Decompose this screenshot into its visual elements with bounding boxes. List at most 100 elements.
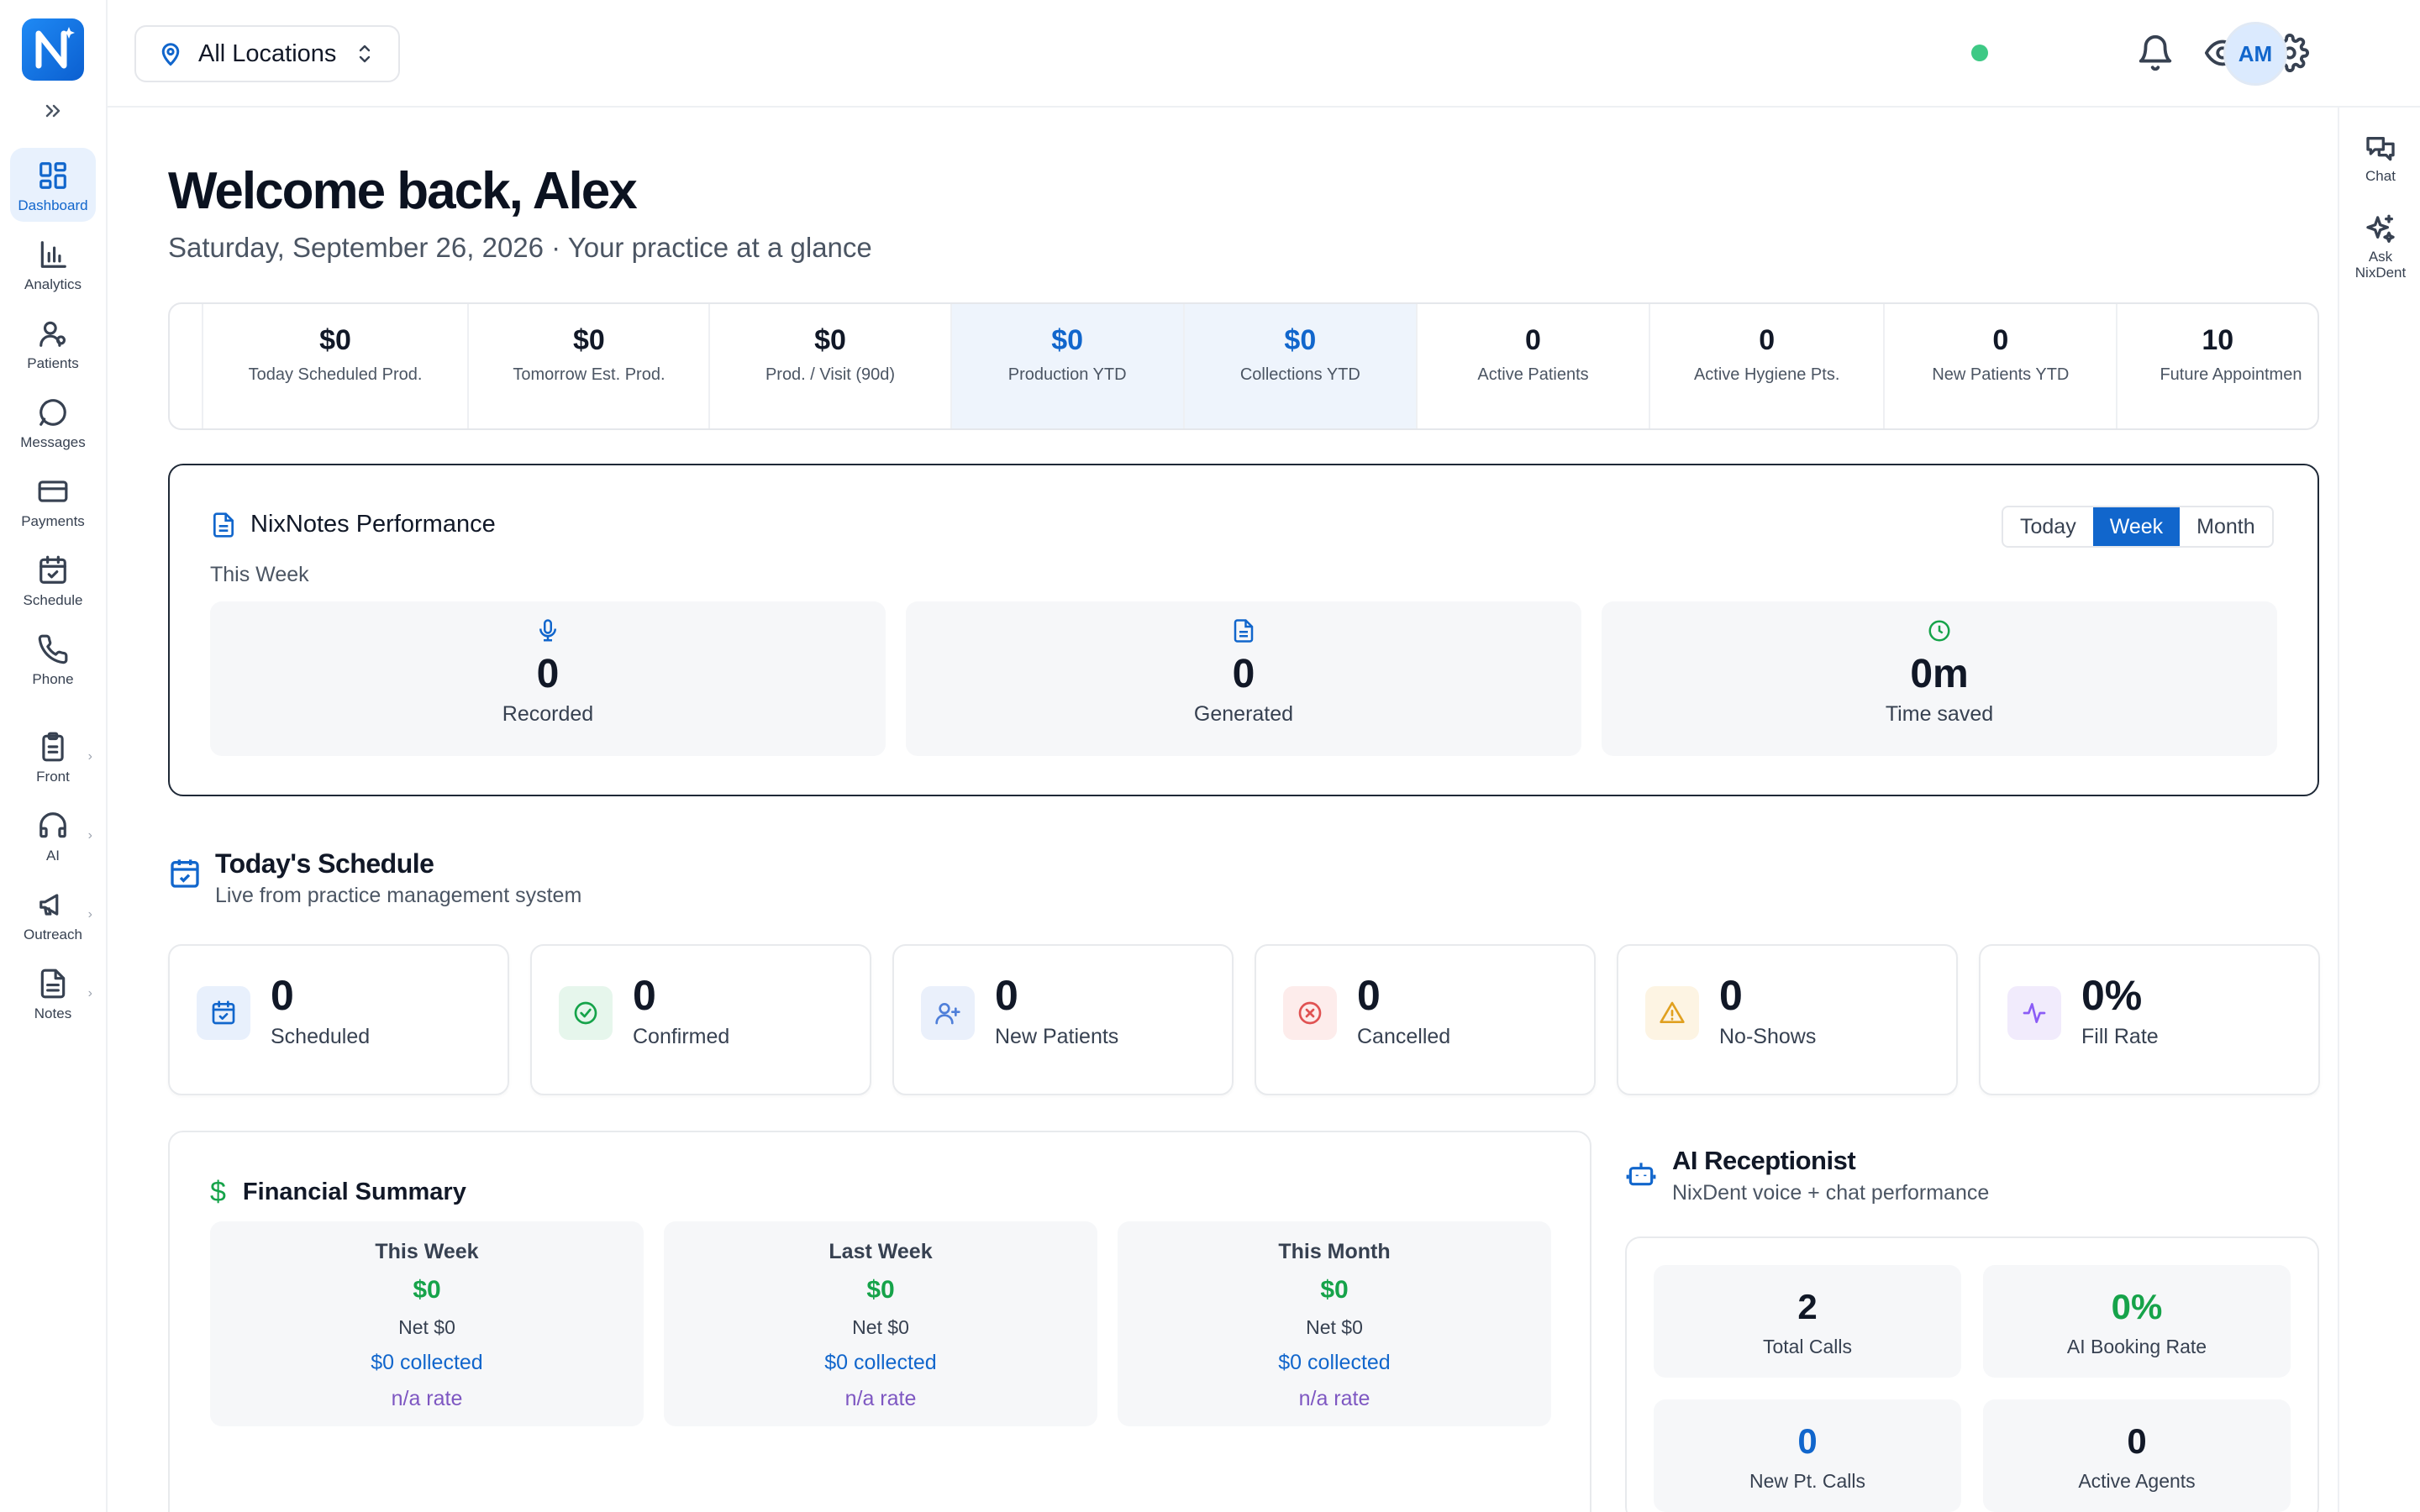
analytics-icon [40,241,66,268]
financial-collected: $0 collected [824,1351,937,1374]
financial-period: This Month [1278,1240,1391,1263]
stat-value: 0 [1357,972,1381,1019]
financial-amount: $0 [413,1276,441,1304]
financial-title-text: Financial Summary [242,1179,466,1205]
sidebar-item-outreach[interactable]: Outreach › [10,877,96,951]
kpi-value: 10 [2202,324,2234,356]
nixdent-label: NixDent [2354,265,2407,281]
kpi-collections-ytd[interactable]: $0 Collections YTD [1184,304,1418,428]
time-saved-value: 0m [1910,652,1969,696]
kpi-label: New Patients YTD [1932,365,2070,384]
stat-fill-rate[interactable]: 0% Fill Rate [1979,944,2320,1095]
kpi-active-hygiene-pts[interactable]: 0 Active Hygiene Pts. [1650,304,1886,428]
ask-nixdent-button[interactable]: Ask NixDent [2339,213,2420,281]
chat-label: Chat [2365,168,2396,184]
patients-icon [39,321,66,347]
x-circle-icon [1298,1001,1322,1025]
kpi-value: $0 [319,324,351,356]
nixdent-logo[interactable] [22,18,84,81]
ai-metric-value: 0 [2127,1421,2147,1461]
phone-icon [38,634,68,664]
kpi-tomorrow-est-prod[interactable]: $0 Tomorrow Est. Prod. [469,304,711,428]
financial-summary-card: $ Financial Summary This Week $0 Net $0 … [168,1131,1591,1512]
user-avatar[interactable]: AM [2223,22,2287,86]
kpi-value: 0 [1759,324,1776,356]
kpi-strip-lead [170,304,203,428]
sidebar-item-analytics[interactable]: Analytics [10,227,96,301]
financial-net: Net $0 [852,1316,909,1338]
schedule-icon [39,555,66,584]
stat-no-shows[interactable]: 0 No-Shows [1617,944,1958,1095]
chat-icon [2366,137,2395,161]
ask-label: Ask [2368,249,2393,265]
warning-icon [1660,1001,1685,1023]
financial-amount: $0 [1320,1276,1349,1304]
sidebar-item-messages[interactable]: Messages [10,385,96,459]
kpi-value: $0 [1051,324,1084,356]
kpi-label: Tomorrow Est. Prod. [513,365,666,384]
sidebar-item-phone[interactable]: Phone [10,622,96,696]
ai-total-calls: 2 Total Calls [1654,1265,1961,1378]
financial-rate: n/a rate [844,1387,917,1410]
sidebar-item-dashboard[interactable]: Dashboard [10,148,96,222]
sidebar-item-label: Dashboard [18,197,88,213]
sidebar-item-patients[interactable]: Patients [10,306,96,380]
kpi-future-appointments[interactable]: 10 Future Appointmen [2118,304,2317,428]
calendar-check-icon [212,1000,235,1025]
financial-net: Net $0 [1306,1316,1363,1338]
chat-button[interactable]: Chat [2339,133,2420,184]
ai-metric-label: Active Agents [2078,1470,2196,1492]
dashboard-icon [39,162,66,189]
kpi-production-ytd[interactable]: $0 Production YTD [951,304,1185,428]
nixnotes-title: NixNotes Performance [210,511,496,538]
sidebar-item-label: Outreach [24,927,82,942]
financial-title: $ Financial Summary [210,1176,466,1209]
map-pin-icon [161,43,180,66]
tab-week[interactable]: Week [2092,507,2181,546]
stat-value: 0% [2081,972,2143,1019]
sidebar-item-label: Analytics [24,276,82,292]
document-icon [213,512,234,538]
stat-cancelled[interactable]: 0 Cancelled [1255,944,1596,1095]
stat-confirmed[interactable]: 0 Confirmed [530,944,871,1095]
kpi-active-patients[interactable]: 0 Active Patients [1418,304,1651,428]
tab-month[interactable]: Month [2180,507,2271,546]
payments-icon [38,480,68,502]
nixnotes-period: This Week [210,563,309,586]
notifications-button[interactable] [2136,34,2175,72]
financial-collected: $0 collected [371,1351,483,1374]
chevron-right-icon: › [87,907,92,921]
nixnotes-time-saved-card: 0m Time saved [1602,601,2277,756]
sidebar-item-notes[interactable]: Notes › [10,956,96,1030]
chevron-right-icon: › [87,828,92,843]
sidebar-item-schedule[interactable]: Schedule [10,543,96,617]
chevron-up-down-icon [360,45,371,63]
clipboard-icon [42,732,64,762]
sidebar-item-label: Phone [32,671,74,687]
ai-metric-value: 2 [1797,1287,1818,1326]
kpi-today-scheduled-prod[interactable]: $0 Today Scheduled Prod. [203,304,470,428]
tab-today[interactable]: Today [2003,507,2093,546]
megaphone-icon [39,894,59,916]
kpi-prod-per-visit[interactable]: $0 Prod. / Visit (90d) [710,304,952,428]
kpi-value: $0 [814,324,846,356]
page-subtitle: Saturday, September 26, 2026 · Your prac… [168,232,872,263]
financial-last-week: Last Week $0 Net $0 $0 collected n/a rat… [664,1221,1097,1426]
nixnotes-generated-card: 0 Generated [906,601,1581,756]
expand-sidebar-icon[interactable] [40,99,67,123]
location-selector[interactable]: All Locations [134,25,400,82]
sidebar-item-payments[interactable]: Payments [10,464,96,538]
stat-scheduled[interactable]: 0 Scheduled [168,944,509,1095]
sidebar-item-label: Schedule [23,592,83,608]
period-toggle: Today Week Month [2002,506,2274,548]
ai-metric-label: Total Calls [1762,1336,1853,1357]
sidebar-item-label: Messages [20,434,86,450]
online-status-dot [1971,45,1988,61]
right-rail: Chat Ask NixDent [2338,108,2420,1512]
sidebar-item-ai[interactable]: AI › [10,798,96,872]
stat-label: Cancelled [1357,1025,1451,1048]
stat-new-patients[interactable]: 0 New Patients [892,944,1234,1095]
financial-this-month: This Month $0 Net $0 $0 collected n/a ra… [1118,1221,1551,1426]
kpi-new-patients-ytd[interactable]: 0 New Patients YTD [1885,304,2118,428]
sidebar-item-front[interactable]: Front › [10,719,96,793]
